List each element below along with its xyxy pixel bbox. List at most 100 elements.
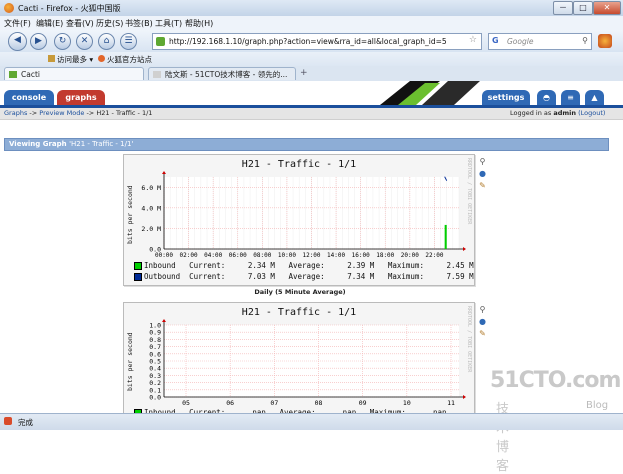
home-icon[interactable]: ⌂ (98, 33, 115, 50)
properties-icon[interactable]: ✎ (478, 181, 487, 190)
tab-strip: Cacti 陆文斯 - 51CTO技术博客 - 领先的... + (0, 66, 623, 82)
tab-51cto-blog[interactable]: 陆文斯 - 51CTO技术博客 - 领先的... (148, 67, 296, 80)
stop-icon[interactable]: ✕ (76, 33, 93, 50)
new-tab-icon[interactable]: + (300, 68, 308, 78)
bookmark-official-site[interactable]: 火狐官方站点 (107, 54, 152, 65)
y-axis-arrow (162, 319, 166, 322)
navigation-toolbar: ◀ ▶ ↻ ✕ ⌂ ☰ http://192.168.1.10/graph.ph… (0, 30, 623, 52)
cacti-favicon (9, 71, 17, 78)
reload-icon[interactable]: ↻ (54, 33, 71, 50)
close-button[interactable]: ✕ (593, 1, 621, 15)
back-icon[interactable]: ◀ (8, 32, 27, 51)
search-box[interactable]: G Google ⚲ (488, 33, 592, 50)
graphs-tab[interactable]: graphs (57, 90, 105, 105)
star-icon[interactable]: ☆ (469, 35, 477, 45)
y-tick-label: 2.0 M (141, 225, 161, 233)
x-axis-arrow (463, 395, 466, 399)
minimize-button[interactable]: － (553, 1, 573, 15)
x-tick-label: 04:00 (204, 252, 222, 259)
cacti-header: console graphs settings ◓ ≡ ▲ (0, 81, 623, 105)
firefox-icon (4, 3, 14, 13)
legend-outbound: Outbound Current: 7.03 M Average: 7.34 M… (144, 272, 474, 281)
graph-daily-canvas: 0.02.0 M4.0 M6.0 M00:00 02:00 04:00 06:00 08… (141, 171, 466, 259)
forward-icon[interactable]: ▶ (30, 33, 47, 50)
cacti-banner-graphic (380, 81, 480, 105)
menu-bookmarks[interactable]: 书签(B) (125, 18, 153, 29)
logged-in-user: admin (553, 109, 577, 117)
preview-view-icon[interactable]: ▲ (585, 90, 604, 105)
y-tick-label: 0.9 (149, 329, 161, 337)
inbound-area (444, 224, 447, 249)
address-bar[interactable]: http://192.168.1.10/graph.php?action=vie… (152, 33, 482, 50)
console-tab[interactable]: console (4, 90, 54, 105)
settings-tab[interactable]: settings (482, 90, 530, 105)
viewing-graph-name: 'H21 - Traffic - 1/1' (69, 140, 134, 148)
status-icon (4, 417, 12, 425)
logout-link[interactable]: (Logout) (578, 109, 605, 117)
y-tick-label: 0.6 (149, 350, 161, 358)
viewing-label: Viewing Graph (9, 140, 67, 148)
breadcrumb: Graphs -> Preview Mode -> H21 - Traffic … (0, 108, 623, 120)
properties-icon[interactable]: ✎ (478, 329, 487, 338)
y-axis-arrow (162, 171, 166, 174)
y-tick-label: 0.3 (149, 372, 161, 380)
y-tick-label: 0.8 (149, 336, 161, 344)
menu-tools[interactable]: 工具(T) (155, 18, 182, 29)
y-tick-label: 0.2 (149, 379, 161, 387)
csv-export-icon[interactable]: ● (478, 317, 487, 326)
y-tick-label: 1.0 (149, 322, 161, 330)
y-tick-label: 6.0 M (141, 184, 161, 192)
zoom-icon[interactable]: ⚲ (478, 305, 487, 314)
zoom-icon[interactable]: ⚲ (478, 157, 487, 166)
firefox-bookmark-icon (98, 55, 105, 62)
graph-caption: Daily (5 Minute Average) (254, 288, 346, 296)
menu-help[interactable]: 帮助(H) (185, 18, 213, 29)
breadcrumb-preview[interactable]: Preview Mode (39, 109, 84, 117)
menu-view[interactable]: 查看(V) (66, 18, 94, 29)
site-favicon (156, 37, 165, 46)
search-placeholder: Google (507, 37, 534, 46)
menu-file[interactable]: 文件(F) (4, 18, 31, 29)
x-tick-label: 07 (270, 399, 278, 407)
folder-icon (48, 55, 55, 62)
breadcrumb-current: H21 - Traffic - 1/1 (96, 109, 153, 117)
x-tick-label: 08 (315, 399, 323, 407)
x-tick-label: 09 (359, 399, 367, 407)
graph-daily[interactable]: H21 - Traffic - 1/1 bits per second RRDT… (123, 154, 475, 286)
page-icon (153, 71, 161, 78)
x-tick-label: 00:00 (155, 252, 173, 259)
graph-weekly[interactable]: H21 - Traffic - 1/1 bits per second RRDT… (123, 302, 475, 419)
viewing-graph-bar: Viewing Graph 'H21 - Traffic - 1/1' (4, 138, 609, 151)
y-tick-label: 0.4 (149, 365, 161, 373)
list-view-icon[interactable]: ≡ (561, 90, 580, 105)
y-tick-label: 0.1 (149, 386, 161, 394)
breadcrumb-graphs[interactable]: Graphs (4, 109, 27, 117)
bookmark-most-visited[interactable]: 访问最多 ▾ (57, 54, 93, 65)
x-tick-label: 10:00 (278, 252, 296, 259)
x-tick-label: 12:00 (302, 252, 320, 259)
y-tick-label: 0.0 (149, 394, 161, 402)
x-axis-arrow (463, 247, 466, 251)
y-tick-label: 4.0 M (141, 204, 161, 212)
status-bar: 完成 (0, 413, 623, 430)
x-tick-label: 02:00 (180, 252, 198, 259)
window-title: Cacti - Firefox - 火狐中国版 (18, 4, 121, 13)
persona-icon[interactable] (598, 34, 612, 48)
menu-edit[interactable]: 编辑(E) (36, 18, 63, 29)
y-tick-label: 0.5 (149, 358, 161, 366)
x-tick-label: 10 (403, 399, 411, 407)
x-tick-label: 11 (447, 399, 455, 407)
outbound-swatch (134, 273, 142, 281)
x-tick-label: 16:00 (352, 252, 370, 259)
bookmark-manager-icon[interactable]: ☰ (120, 33, 137, 50)
y-tick-label: 0.7 (149, 343, 161, 351)
tab-cacti[interactable]: Cacti (4, 67, 144, 80)
maximize-button[interactable]: □ (573, 1, 593, 15)
menu-history[interactable]: 历史(S) (96, 18, 123, 29)
x-tick-label: 06:00 (229, 252, 247, 259)
search-icon[interactable]: ⚲ (582, 36, 588, 45)
tree-view-icon[interactable]: ◓ (537, 90, 556, 105)
status-text: 完成 (18, 418, 33, 427)
x-tick-label: 06 (226, 399, 234, 407)
csv-export-icon[interactable]: ● (478, 169, 487, 178)
